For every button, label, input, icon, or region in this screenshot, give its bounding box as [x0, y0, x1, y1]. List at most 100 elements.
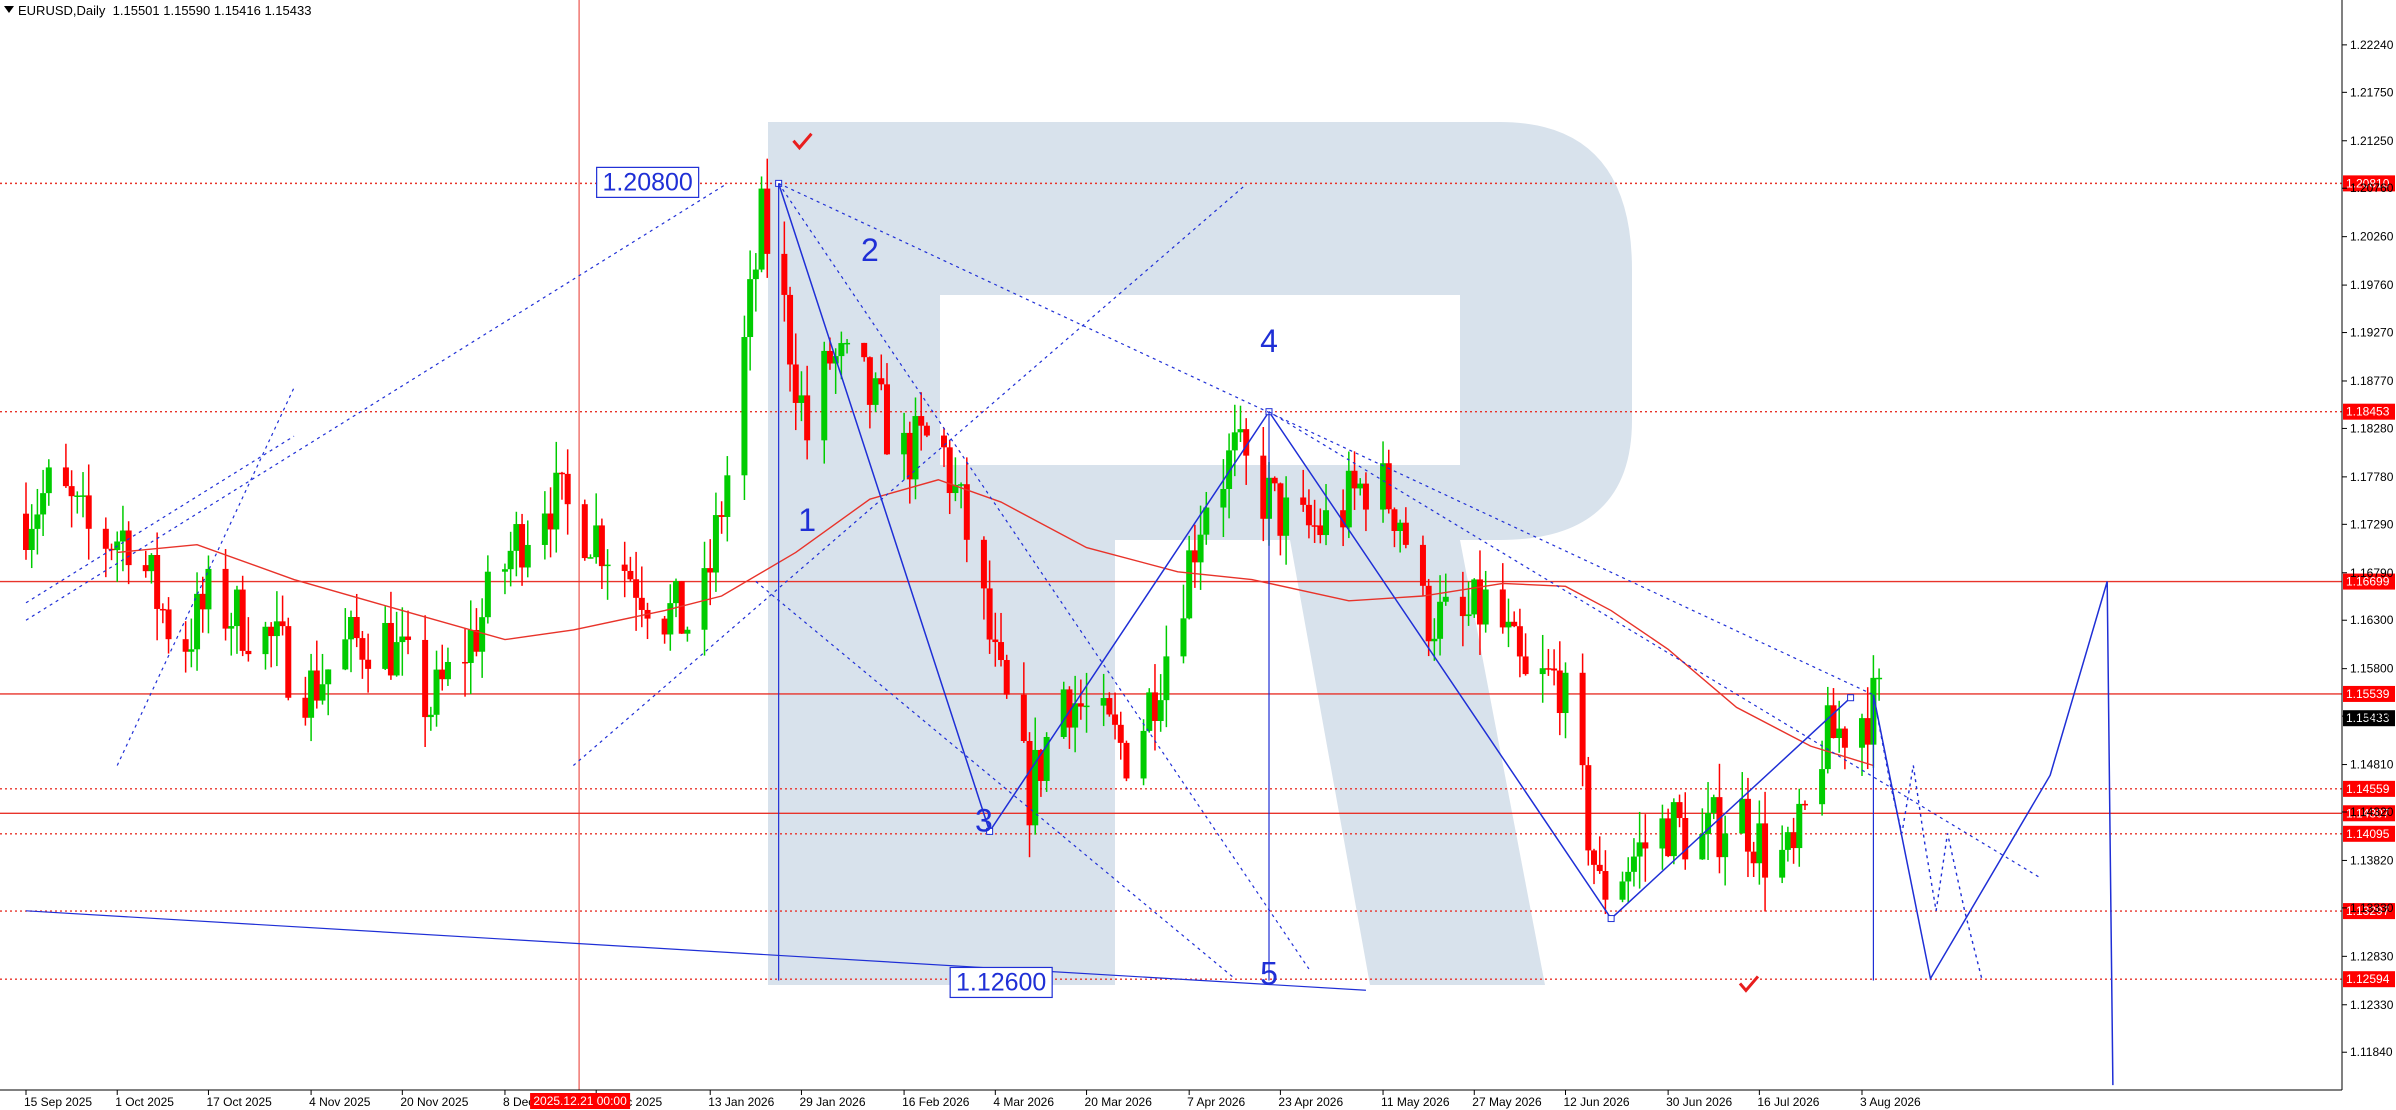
price-axis: 1.22240 1.21750 1.21250 1.20760 1.20260 1.197…: [2341, 0, 2394, 1090]
price-tick-label: 1.20260: [2350, 230, 2394, 244]
candle-body: [593, 525, 600, 558]
candle-body: [872, 378, 879, 405]
candle-body: [764, 188, 771, 254]
candle-body: [45, 467, 52, 494]
candle-body: [484, 571, 491, 618]
candle-body: [718, 515, 725, 517]
candle-body: [758, 188, 765, 270]
check-mark-icon: [1738, 975, 1760, 993]
candle-body: [1003, 660, 1010, 695]
candle-body: [1551, 668, 1558, 671]
candle-body: [627, 570, 634, 580]
candle-body: [513, 524, 520, 551]
candle-body: [1602, 871, 1609, 900]
candle-body: [439, 669, 446, 680]
candle-body: [313, 670, 320, 701]
candle-body: [462, 661, 469, 664]
candle-body: [1151, 692, 1158, 722]
candle-body: [239, 589, 246, 651]
candle-body: [399, 636, 406, 643]
candle-body: [621, 564, 628, 571]
candle-body: [285, 626, 292, 698]
candle-body: [273, 621, 280, 637]
candle-body: [1391, 509, 1398, 532]
candle-body: [963, 484, 970, 540]
candle-body: [359, 638, 366, 660]
candle-body: [1077, 703, 1084, 707]
time-tick-label: 1 Oct 2025: [115, 1095, 174, 1109]
candle-body: [826, 350, 833, 364]
candle-body: [524, 544, 531, 568]
candle-body: [941, 435, 947, 448]
candle-body: [1146, 692, 1153, 731]
candle-body: [673, 581, 680, 604]
wave-number-label: 4: [1260, 323, 1278, 359]
candle-body: [507, 550, 514, 570]
price-level-label: 1.14095: [2346, 827, 2390, 841]
candle-body: [1385, 463, 1392, 510]
price-tick-label: 1.15310: [2350, 709, 2394, 723]
candle-body: [1824, 705, 1831, 770]
candle-body: [319, 684, 326, 701]
time-tick-label: 3 Aug 2026: [1860, 1095, 1921, 1109]
candle-body: [1123, 742, 1130, 779]
candle-body: [1157, 700, 1164, 722]
candle-body: [467, 629, 474, 663]
candle-body: [752, 269, 759, 280]
price-chart[interactable]: 1.208101.184531.166991.155391.145591.143…: [0, 0, 2396, 1110]
candle-body: [1237, 429, 1244, 433]
candle-body: [1345, 470, 1352, 528]
candle-body: [1163, 656, 1170, 701]
price-level-label: 1.18453: [2346, 405, 2390, 419]
candle-body: [558, 472, 565, 475]
candle-body: [422, 639, 429, 718]
candle-body: [1596, 864, 1603, 872]
collapse-triangle-icon[interactable]: [4, 6, 14, 13]
price-tick-label: 1.17780: [2350, 470, 2394, 484]
candle-body: [23, 513, 29, 550]
candle-body: [1876, 677, 1883, 680]
candle-body: [581, 504, 588, 559]
candle-body: [747, 279, 754, 338]
candle-body: [125, 530, 132, 566]
candle-body: [1060, 689, 1067, 737]
candle-body: [798, 395, 805, 403]
candle-body: [365, 659, 372, 669]
price-tick-label: 1.21250: [2350, 134, 2394, 148]
candle-body: [28, 528, 35, 550]
candle-body: [348, 616, 355, 640]
candle-body: [1026, 740, 1033, 826]
candle-body: [1323, 510, 1330, 536]
candle-body: [199, 593, 206, 610]
wave-number-label: 1: [798, 502, 816, 538]
candle-body: [1283, 497, 1290, 536]
candle-body: [883, 384, 890, 455]
time-tick-label: 4 Nov 2025: [309, 1095, 371, 1109]
candle-body: [906, 432, 913, 480]
time-tick-label: 16 Jul 2026: [1757, 1095, 1819, 1109]
candle-body: [473, 629, 480, 652]
candle-body: [918, 416, 925, 426]
candle-body: [1556, 670, 1563, 714]
candle-body: [661, 618, 668, 635]
price-tick-label: 1.14320: [2350, 805, 2394, 819]
price-tick-label: 1.16790: [2350, 566, 2394, 580]
candle-body: [1682, 818, 1689, 860]
candle-body: [1744, 798, 1751, 852]
time-tick-label: 30 Jun 2026: [1666, 1095, 1732, 1109]
time-tick-label: 17 Oct 2025: [206, 1095, 272, 1109]
candle-body: [34, 514, 41, 529]
forecast-dotted-polyline: [1872, 694, 1983, 979]
wave-node: [1607, 915, 1615, 923]
candle-body: [1180, 618, 1187, 657]
time-tick-label: 20 Mar 2026: [1085, 1095, 1153, 1109]
candle-body: [1545, 668, 1552, 670]
candle-body: [1779, 849, 1786, 878]
candle-body: [194, 593, 201, 650]
ohlc-readout: 1.15501 1.15590 1.15416 1.15433: [112, 3, 312, 18]
time-tick-label: 29 Jan 2026: [799, 1095, 865, 1109]
candle-body: [707, 568, 714, 573]
candle-body: [1830, 705, 1837, 739]
time-axis: 15 Sep 2025 1 Oct 2025 17 Oct 2025 4 Nov 20…: [0, 1089, 2342, 1109]
candle-body: [1100, 698, 1107, 706]
